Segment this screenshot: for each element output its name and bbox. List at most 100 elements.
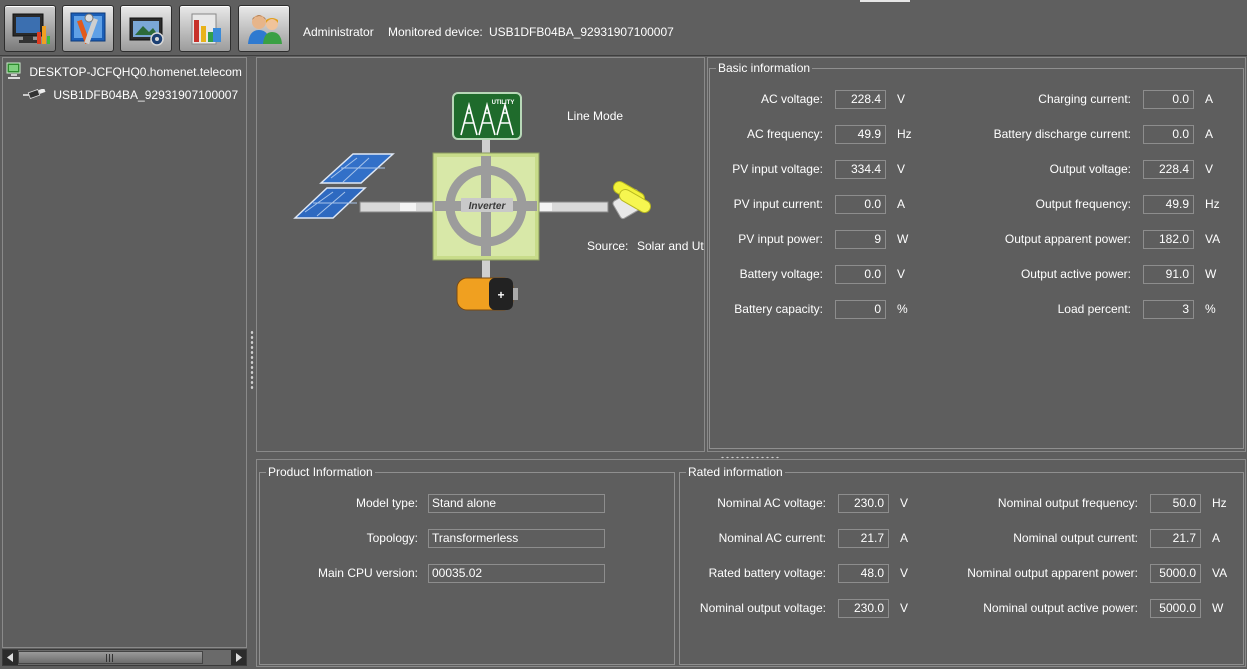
output-frequency-value: 49.9 [1143, 195, 1194, 214]
output-frequency-unit: Hz [1205, 197, 1220, 211]
scroll-thumb[interactable] [18, 651, 203, 664]
output-voltage-value: 228.4 [1143, 160, 1194, 179]
output-apparent-power-unit: VA [1205, 232, 1221, 246]
tree-item-device[interactable]: USB1DFB04BA_92931907100007 [23, 88, 238, 102]
window-top-highlight [860, 0, 910, 2]
pv-input-voltage-unit: V [897, 162, 906, 176]
nominal-output-active-power-label: Nominal output active power: [983, 601, 1138, 615]
battery-discharge-current-label: Battery discharge current: [993, 127, 1131, 141]
data-log-button[interactable] [179, 5, 231, 52]
monitor-button[interactable] [4, 5, 56, 52]
pv-connector [359, 201, 437, 213]
usb-cable-icon [23, 88, 46, 100]
charging-current-value: 0.0 [1143, 90, 1194, 109]
basic-information-title: Basic information [716, 61, 813, 75]
users-button[interactable] [238, 5, 290, 52]
battery-voltage-value: 0.0 [835, 265, 886, 284]
rated-battery-voltage-value: 48.0 [838, 564, 889, 583]
nominal-output-current-unit: A [1212, 531, 1221, 545]
product-information-title: Product Information [266, 465, 375, 479]
pv-input-current-unit: A [897, 197, 906, 211]
nominal-output-frequency-unit: Hz [1212, 496, 1227, 510]
pv-input-power-label: PV input power: [738, 232, 823, 246]
charging-current-unit: A [1205, 92, 1214, 106]
rated-battery-voltage-unit: V [900, 566, 909, 580]
vertical-splitter[interactable] [250, 330, 254, 390]
computer-icon [6, 62, 21, 79]
output-apparent-power-label: Output apparent power: [1004, 232, 1131, 246]
device-tree: DESKTOP-JCFQHQ0.homenet.telecom USB1DFB0… [2, 57, 247, 648]
output-active-power-label: Output active power: [1020, 267, 1131, 281]
load-percent-label: Load percent: [1057, 302, 1131, 316]
monitored-device-label: Monitored device: [388, 25, 483, 39]
battery-voltage-unit: V [897, 267, 906, 281]
tree-host-label: DESKTOP-JCFQHQ0.homenet.telecom [29, 65, 242, 79]
toolbar: Administrator Monitored device: USB1DFB0… [0, 0, 1247, 56]
nominal-ac-voltage-label: Nominal AC voltage: [717, 496, 826, 510]
ac-voltage-value: 228.4 [835, 90, 886, 109]
nominal-output-current-value: 21.7 [1150, 529, 1201, 548]
tree-horizontal-scrollbar[interactable] [2, 649, 247, 666]
nominal-ac-voltage-value: 230.0 [838, 494, 889, 513]
scroll-left-button[interactable] [3, 650, 18, 665]
pv-input-voltage-label: PV input voltage: [732, 162, 823, 176]
pv-input-current-label: PV input current: [733, 197, 823, 211]
rated-information-title: Rated information [686, 465, 785, 479]
tree-item-host[interactable]: DESKTOP-JCFQHQ0.homenet.telecom [6, 62, 242, 80]
energy-flow-diagram: UTILITY Inverter + Line Mode Source: Sol… [256, 57, 705, 452]
pv-input-current-value: 0.0 [835, 195, 886, 214]
charging-current-label: Charging current: [1038, 92, 1131, 106]
battery-voltage-label: Battery voltage: [739, 267, 823, 281]
model-type-value: Stand alone [428, 494, 605, 513]
grip-icon [106, 654, 113, 662]
basic-information-panel: Basic information [707, 57, 1246, 452]
topology-value: Transformerless [428, 529, 605, 548]
model-type-label: Model type: [355, 496, 418, 510]
inverter-label: Inverter [469, 201, 507, 212]
nominal-ac-current-value: 21.7 [838, 529, 889, 548]
nominal-output-frequency-value: 50.0 [1150, 494, 1201, 513]
nominal-output-apparent-power-label: Nominal output apparent power: [967, 566, 1138, 580]
nominal-output-current-label: Nominal output current: [1013, 531, 1138, 545]
battery-capacity-label: Battery capacity: [734, 302, 823, 316]
nominal-output-apparent-power-unit: VA [1212, 566, 1228, 580]
nominal-output-apparent-power-value: 5000.0 [1150, 564, 1201, 583]
nominal-output-voltage-unit: V [900, 601, 909, 615]
battery-discharge-current-unit: A [1205, 127, 1214, 141]
arrow-left-icon [7, 653, 13, 662]
scroll-right-button[interactable] [231, 650, 246, 665]
operating-mode: Line Mode [567, 109, 624, 123]
arrow-right-icon [236, 653, 242, 662]
ac-voltage-unit: V [897, 92, 906, 106]
source-label: Source: [587, 239, 629, 253]
nominal-output-voltage-label: Nominal output voltage: [699, 601, 826, 615]
output-frequency-label: Output frequency: [1035, 197, 1131, 211]
main-cpu-version-label: Main CPU version: [317, 566, 418, 580]
topology-label: Topology: [366, 531, 418, 545]
nominal-output-voltage-value: 230.0 [838, 599, 889, 618]
pv-input-voltage-value: 334.4 [835, 160, 886, 179]
ac-voltage-label: AC voltage: [760, 92, 823, 106]
users-icon [248, 15, 282, 44]
pv-input-power-unit: W [897, 232, 909, 246]
nominal-output-active-power-value: 5000.0 [1150, 599, 1201, 618]
output-active-power-unit: W [1205, 267, 1217, 281]
load-percent-unit: % [1205, 302, 1216, 316]
horizontal-splitter[interactable] [720, 456, 780, 459]
monitored-device-value: USB1DFB04BA_92931907100007 [489, 25, 674, 39]
utility-label: UTILITY [492, 100, 515, 106]
device-button[interactable] [120, 5, 172, 52]
battery-icon: + [456, 277, 518, 311]
output-apparent-power-value: 182.0 [1143, 230, 1194, 249]
ac-frequency-value: 49.9 [835, 125, 886, 144]
camera-icon [129, 17, 164, 46]
flow-graphic: UTILITY Inverter + [293, 92, 652, 311]
nominal-output-active-power-unit: W [1212, 601, 1224, 615]
nominal-ac-current-label: Nominal AC current: [718, 531, 826, 545]
rated-battery-voltage-label: Rated battery voltage: [708, 566, 826, 580]
svg-text:+: + [497, 288, 504, 302]
settings-button[interactable] [62, 5, 114, 52]
nominal-ac-voltage-unit: V [900, 496, 909, 510]
source-value: Solar and Ut [637, 239, 704, 253]
tree-device-label: USB1DFB04BA_92931907100007 [53, 88, 239, 102]
